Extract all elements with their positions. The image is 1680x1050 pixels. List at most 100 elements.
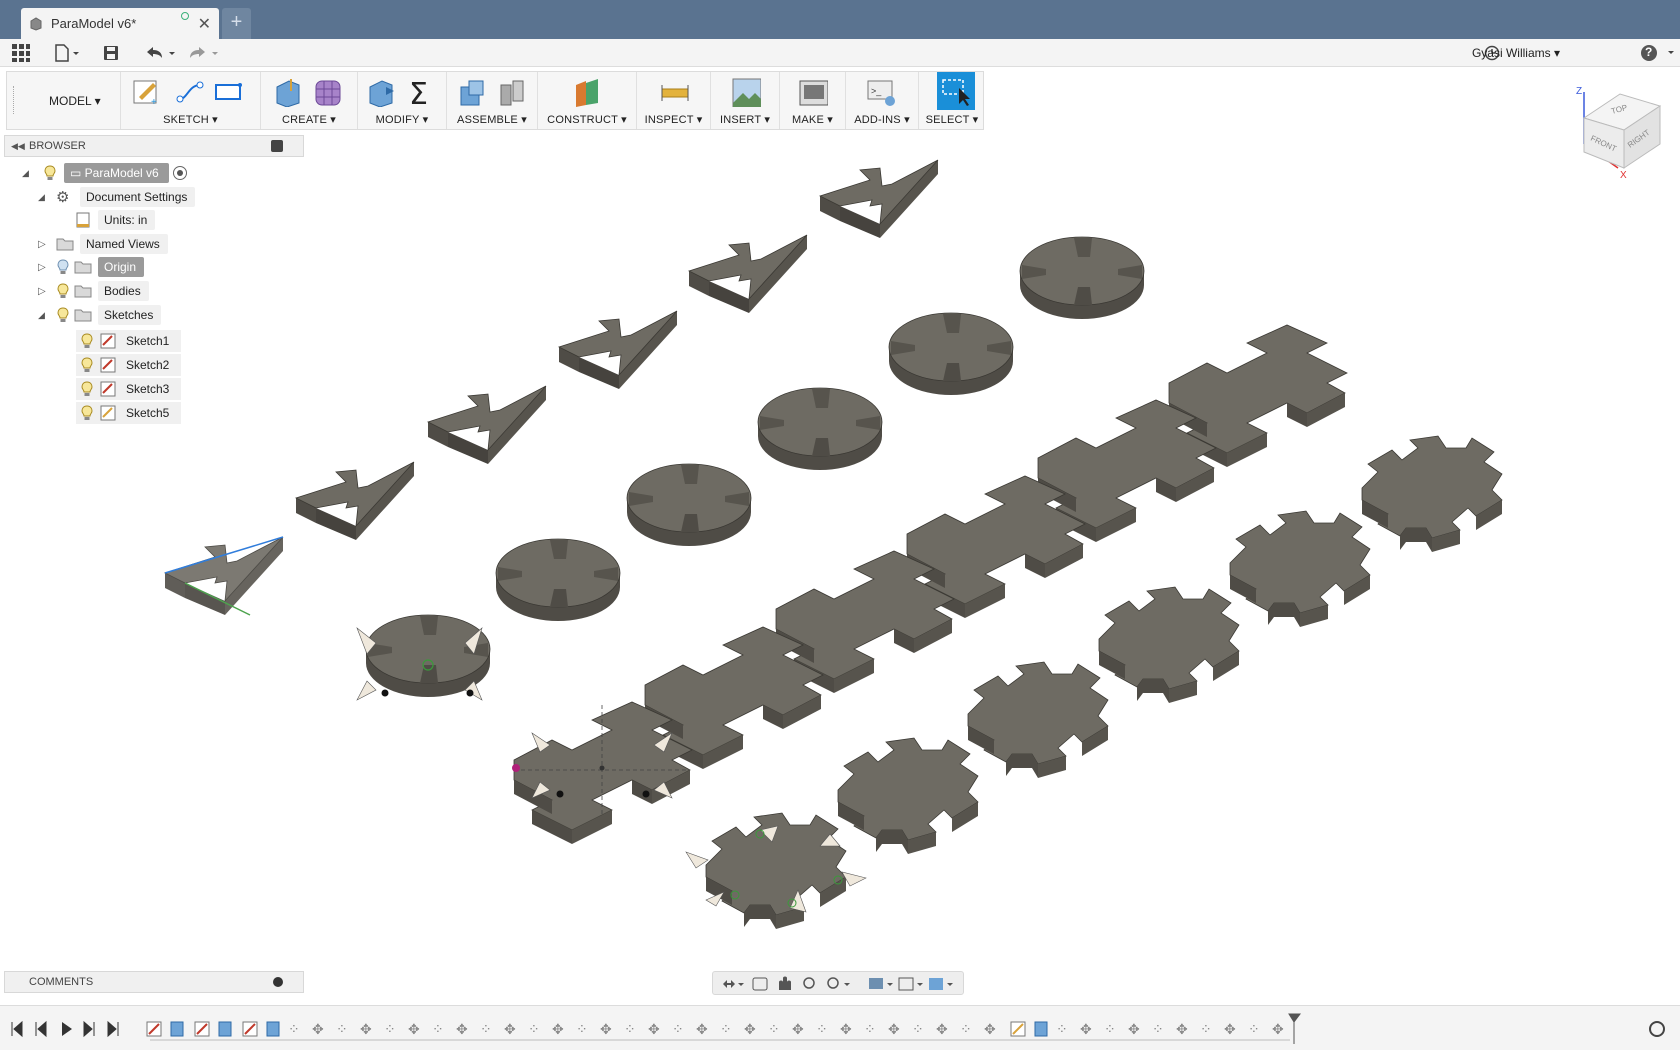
tree-sketch1[interactable]: Sketch1 — [76, 330, 182, 352]
create-sketch-icon[interactable]: + — [131, 77, 161, 107]
lightbulb-icon[interactable] — [80, 357, 94, 373]
zoom-icon[interactable] — [803, 977, 815, 989]
comments-panel[interactable]: COMMENTS — [4, 971, 304, 993]
timeline-features[interactable] — [146, 1021, 280, 1037]
line-tool-icon[interactable] — [175, 77, 205, 107]
extrude-icon[interactable] — [273, 77, 303, 107]
tree-origin[interactable]: ▷ Origin — [38, 256, 145, 278]
cross-sketch-profile[interactable] — [512, 701, 693, 845]
tree-units[interactable]: Units: in — [76, 209, 156, 231]
workspace-switcher[interactable]: MODEL ▾ — [7, 72, 121, 129]
lightbulb-icon[interactable] — [80, 333, 94, 349]
tree-sketch2[interactable]: Sketch2 — [76, 354, 182, 376]
go-to-end-icon[interactable] — [107, 1020, 119, 1038]
select-tool-icon[interactable] — [937, 72, 975, 110]
look-at-icon[interactable] — [752, 977, 768, 991]
root-component[interactable]: ▭ ParaModel v6 — [64, 163, 169, 183]
expand-toggle-icon[interactable]: ▷ — [38, 239, 56, 250]
measure-icon[interactable] — [659, 77, 689, 107]
activate-radio-icon[interactable] — [172, 166, 187, 180]
lightbulb-icon[interactable] — [56, 283, 70, 299]
joint-icon[interactable] — [497, 77, 527, 107]
add-ins-group-label: ADD-INS — [854, 114, 901, 126]
lightbulb-icon[interactable] — [80, 405, 94, 421]
timeline-move-features-late[interactable]: ⁘ ✥ ⁘ ✥ ⁘ ✥ ⁘ ✥ ⁘ ✥ — [1056, 1022, 1284, 1038]
sketch-group[interactable]: + SKETCH ▾ — [121, 72, 261, 129]
lightbulb-icon[interactable] — [56, 259, 70, 275]
go-to-start-icon[interactable] — [11, 1020, 23, 1038]
tree-root[interactable]: ◢ ▭ ParaModel v6 — [22, 162, 187, 184]
tree-sketch3[interactable]: Sketch3 — [76, 378, 182, 400]
form-icon[interactable] — [313, 77, 343, 107]
undo-icon[interactable] — [144, 43, 176, 63]
add-comment-icon[interactable] — [273, 977, 283, 987]
timeline-marker[interactable] — [1288, 1013, 1301, 1044]
document-tab[interactable]: ParaModel v6* ✕ — [21, 8, 219, 39]
construct-group[interactable]: CONSTRUCT ▾ — [538, 72, 637, 129]
create-group[interactable]: CREATE ▾ — [261, 72, 358, 129]
browser-panel-header[interactable]: ◀◀ BROWSER — [4, 135, 304, 157]
press-pull-icon[interactable] — [366, 77, 396, 107]
expand-toggle-icon[interactable]: ◢ — [38, 310, 56, 321]
tree-named-views[interactable]: ▷ Named Views — [38, 233, 168, 255]
timeline-settings-icon[interactable] — [1649, 1021, 1665, 1037]
3d-print-icon[interactable] — [798, 77, 828, 107]
timeline-move-features[interactable]: ⁘ ✥ ⁘ ✥ ⁘ ✥ ⁘ ✥ ⁘ ✥ ⁘ ✥ ⁘ ✥ ⁘ ✥ ⁘ ✥ ⁘ ✥ ⁘ ✥ ⁘ ✥ ⁘ ✥ ⁘ ✥ ⁘ ✥ — [288, 1022, 996, 1038]
pin-panel-icon[interactable] — [271, 140, 283, 152]
workspace-label: MODEL — [49, 94, 92, 108]
orbit-dropdown-icon[interactable] — [738, 983, 744, 986]
add-ins-group[interactable]: >_ ADD-INS ▾ — [846, 72, 919, 129]
new-component-icon[interactable] — [457, 77, 487, 107]
play-icon[interactable] — [62, 1022, 72, 1036]
display-settings-icon[interactable] — [869, 978, 883, 989]
parameters-sigma-icon[interactable]: Σ — [406, 77, 436, 107]
expand-toggle-icon[interactable]: ▷ — [38, 286, 56, 297]
disc-sketch-profile[interactable] — [356, 614, 491, 701]
close-tab-button[interactable]: ✕ — [198, 14, 211, 34]
app-grid-icon[interactable] — [12, 43, 30, 63]
assemble-group[interactable]: ASSEMBLE ▾ — [447, 72, 538, 129]
step-forward-icon[interactable] — [83, 1020, 95, 1038]
grid-snaps-icon[interactable] — [898, 977, 914, 991]
viewports-icon[interactable] — [929, 978, 943, 990]
rectangle-tool-icon[interactable] — [213, 77, 243, 107]
expand-toggle-icon[interactable]: ◢ — [22, 168, 38, 179]
insert-image-icon[interactable] — [731, 77, 761, 107]
save-icon[interactable] — [103, 43, 119, 63]
document-tab-title: ParaModel v6* — [51, 16, 137, 31]
scripts-icon[interactable]: >_ — [866, 77, 896, 107]
select-group[interactable]: SELECT ▾ — [919, 72, 985, 129]
pan-hand-icon[interactable] — [779, 976, 791, 991]
redo-icon[interactable] — [186, 43, 220, 63]
tree-bodies[interactable]: ▷ Bodies — [38, 280, 149, 302]
fit-zoom-icon[interactable] — [827, 977, 839, 989]
tree-sketches[interactable]: ◢ Sketches — [38, 304, 162, 326]
offset-plane-icon[interactable] — [572, 77, 602, 107]
modify-group[interactable]: Σ MODIFY ▾ — [358, 72, 447, 129]
user-account-menu[interactable]: Gyasi Williams ▾ — [1472, 46, 1560, 60]
tree-sketch5[interactable]: Sketch5 — [76, 402, 182, 424]
gear-sketch-profile[interactable] — [685, 812, 867, 930]
step-back-icon[interactable] — [35, 1020, 47, 1038]
inspect-group[interactable]: INSPECT ▾ — [637, 72, 711, 129]
orbit-icon[interactable] — [723, 980, 735, 988]
expand-toggle-icon[interactable]: ◢ — [38, 192, 56, 203]
svg-text:✥: ✥ — [1176, 1022, 1188, 1038]
make-group[interactable]: MAKE ▾ — [780, 72, 846, 129]
zoom-dropdown-icon[interactable] — [844, 983, 850, 986]
file-menu-icon[interactable] — [54, 43, 80, 63]
new-tab-button[interactable]: + — [222, 8, 251, 39]
insert-group[interactable]: INSERT ▾ — [711, 72, 780, 129]
gear-icon: ⚙ — [56, 189, 70, 206]
lightbulb-icon[interactable] — [80, 381, 94, 397]
create-group-label: CREATE — [282, 114, 328, 126]
lightbulb-icon[interactable] — [42, 165, 58, 181]
help-icon[interactable]: ? — [1640, 43, 1676, 63]
model-viewport[interactable] — [0, 135, 1680, 965]
timeline-features-late[interactable] — [1010, 1021, 1048, 1037]
lightbulb-icon[interactable] — [56, 307, 70, 323]
triangle-sketch-profile[interactable] — [164, 536, 284, 616]
collapse-panel-icon[interactable]: ◀◀ — [11, 141, 25, 152]
expand-toggle-icon[interactable]: ▷ — [38, 262, 56, 273]
tree-document-settings[interactable]: ◢ ⚙ Document Settings — [38, 186, 196, 208]
